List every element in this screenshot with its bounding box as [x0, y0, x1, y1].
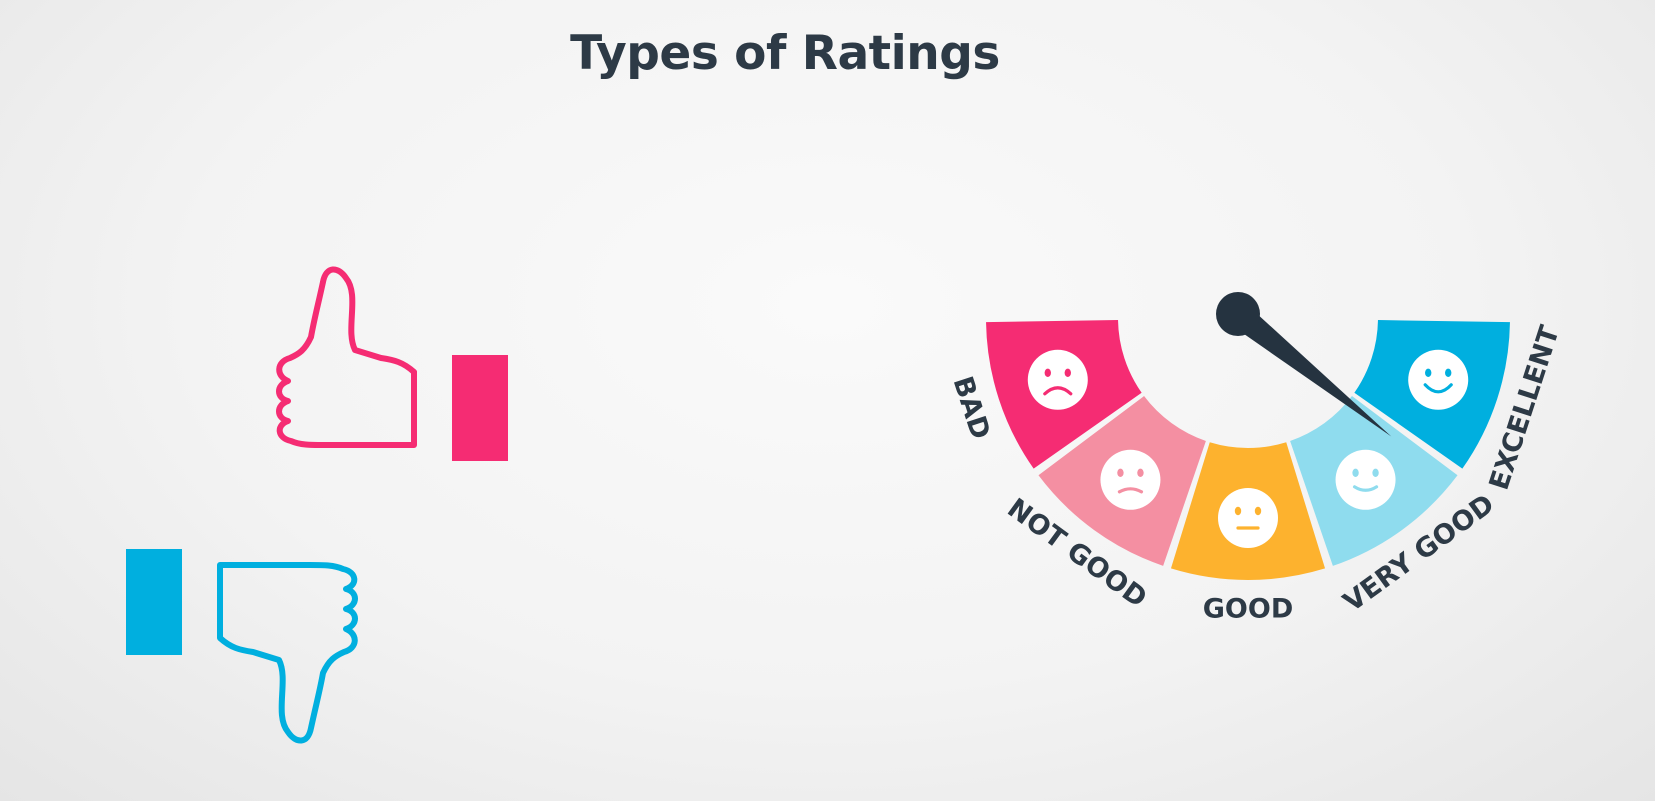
thumbs-up-icon — [279, 269, 508, 461]
rating-gauge: BADNOT GOOD GOOD VERY GOODEXCELLENT — [947, 292, 1566, 625]
slightly-sad-face-icon — [1100, 449, 1161, 510]
happy-face-icon — [1408, 349, 1469, 410]
gauge-label-bad: BAD — [947, 373, 996, 443]
thumbs-down-icon — [126, 549, 355, 741]
sad-face-icon — [1027, 349, 1088, 410]
slight-smile-face-icon — [1335, 449, 1396, 510]
needle-hub — [1216, 292, 1260, 336]
neutral-face-icon — [1218, 488, 1278, 548]
ratings-diagram: BADNOT GOOD GOOD VERY GOODEXCELLENT — [126, 0, 1566, 801]
gauge-needle — [1216, 292, 1392, 437]
gauge-label-good: GOOD — [1203, 594, 1293, 625]
